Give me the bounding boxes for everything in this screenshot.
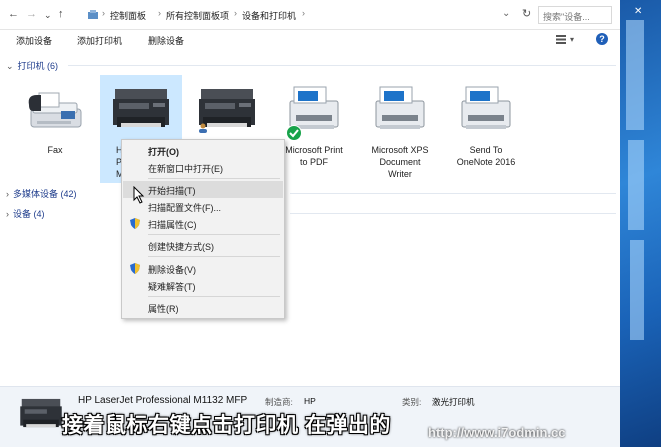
menu-item-scan-profiles[interactable]: 扫描配置文件(F)... xyxy=(123,198,283,215)
menu-item-open[interactable]: 打开(O) xyxy=(123,142,283,159)
menu-item-open-new-window[interactable]: 在新窗口中打开(E) xyxy=(123,159,283,176)
view-options-icon[interactable] xyxy=(556,35,566,44)
menu-separator xyxy=(148,296,280,297)
command-bar: 添加设备 添加打印机 删除设备 ▾ ? xyxy=(0,30,620,50)
search-input[interactable]: 搜索"设备... xyxy=(538,6,612,24)
details-manufacturer-label: 制造商: xyxy=(265,397,293,407)
chevron-right-icon: › xyxy=(6,189,9,199)
device-label: Fax xyxy=(47,145,63,155)
device-label: Send To OneNote 2016 xyxy=(456,145,516,167)
details-manufacturer-value: HP xyxy=(304,396,316,406)
menu-separator xyxy=(148,234,280,235)
menu-item-remove-device[interactable]: 删除设备(V) xyxy=(123,260,283,277)
details-category-label: 类别: xyxy=(402,397,422,407)
back-button[interactable]: ← xyxy=(8,8,19,20)
breadcrumb-devices-printers[interactable]: 设备和打印机 xyxy=(242,9,296,22)
up-button[interactable]: ↑ xyxy=(58,8,64,20)
address-bar: ← → ⌄ ↑ › 控制面板 › 所有控制面板项 › 设备和打印机 › ⌄ ↻ … xyxy=(0,0,620,30)
printer-scanner-icon xyxy=(20,398,62,428)
device-microsoft-xps-writer[interactable]: Microsoft XPS Document Writer xyxy=(359,75,441,183)
fax-icon xyxy=(28,92,82,128)
help-button[interactable]: ? xyxy=(596,33,608,45)
default-printer-check-icon xyxy=(286,125,302,141)
menu-item-create-shortcut[interactable]: 创建快捷方式(S) xyxy=(123,237,283,254)
device-fax[interactable]: Fax xyxy=(14,75,96,183)
menu-separator xyxy=(148,256,280,257)
breadcrumb-control-panel[interactable]: 控制面板 xyxy=(110,9,146,22)
printer-scanner-icon xyxy=(113,89,169,127)
desktop-background: ✕ xyxy=(620,0,661,447)
chevron-right-icon: › xyxy=(6,209,9,219)
window-close-button[interactable]: ✕ xyxy=(634,6,642,17)
menu-item-start-scan[interactable]: 开始扫描(T) xyxy=(123,181,283,198)
details-device-name: HP LaserJet Professional M1132 MFP xyxy=(78,395,248,406)
add-device-button[interactable]: 添加设备 xyxy=(16,34,52,47)
device-label: Microsoft Print to PDF xyxy=(285,145,343,167)
menu-item-scan-properties[interactable]: 扫描属性(C) xyxy=(123,215,283,232)
forward-button[interactable]: → xyxy=(26,8,37,20)
group-divider xyxy=(68,65,616,66)
menu-item-troubleshoot[interactable]: 疑难解答(T) xyxy=(123,277,283,294)
chevron-down-icon: ⌄ xyxy=(6,61,14,71)
group-printers[interactable]: ⌄ 打印机 (6) xyxy=(6,59,58,72)
group-multimedia[interactable]: › 多媒体设备 (42) xyxy=(6,187,77,200)
video-subtitle: 接着鼠标右键点击打印机 在弹出的 xyxy=(62,414,391,437)
watermark: http://www.i7odmin.cc xyxy=(428,425,566,440)
device-microsoft-print-to-pdf[interactable]: Microsoft Print to PDF xyxy=(273,75,355,183)
printer-icon xyxy=(375,86,425,129)
address-dropdown-icon: ⌄ xyxy=(502,8,511,19)
control-panel-icon xyxy=(88,10,98,19)
menu-separator xyxy=(148,178,280,179)
mouse-cursor-icon xyxy=(133,186,145,204)
uac-shield-icon xyxy=(130,218,140,229)
device-send-to-onenote[interactable]: Send To OneNote 2016 xyxy=(445,75,527,183)
group-divider xyxy=(290,213,616,214)
remove-device-button[interactable]: 删除设备 xyxy=(148,34,184,47)
view-dropdown-icon[interactable]: ▾ xyxy=(570,35,574,44)
refresh-button[interactable]: ↻ xyxy=(522,7,531,20)
uac-shield-icon xyxy=(130,263,140,274)
breadcrumb[interactable]: › 控制面板 › 所有控制面板项 › 设备和打印机 › ⌄ ↻ xyxy=(88,6,540,24)
devices-and-printers-window: ← → ⌄ ↑ › 控制面板 › 所有控制面板项 › 设备和打印机 › ⌄ ↻ … xyxy=(0,0,620,447)
device-label: Microsoft XPS Document Writer xyxy=(371,145,429,179)
details-category-value: 激光打印机 xyxy=(432,397,475,407)
printer-icon xyxy=(461,86,511,129)
add-printer-button[interactable]: 添加打印机 xyxy=(77,34,122,47)
shared-user-icon xyxy=(199,123,207,133)
group-divider xyxy=(290,193,616,194)
breadcrumb-all-items[interactable]: 所有控制面板项 xyxy=(166,9,229,22)
group-devices[interactable]: › 设备 (4) xyxy=(6,207,45,220)
menu-item-properties[interactable]: 属性(R) xyxy=(123,299,283,316)
recent-dropdown-button[interactable]: ⌄ xyxy=(44,10,52,21)
context-menu: 打开(O) 在新窗口中打开(E) 开始扫描(T) 扫描配置文件(F)... 扫描… xyxy=(121,139,285,319)
